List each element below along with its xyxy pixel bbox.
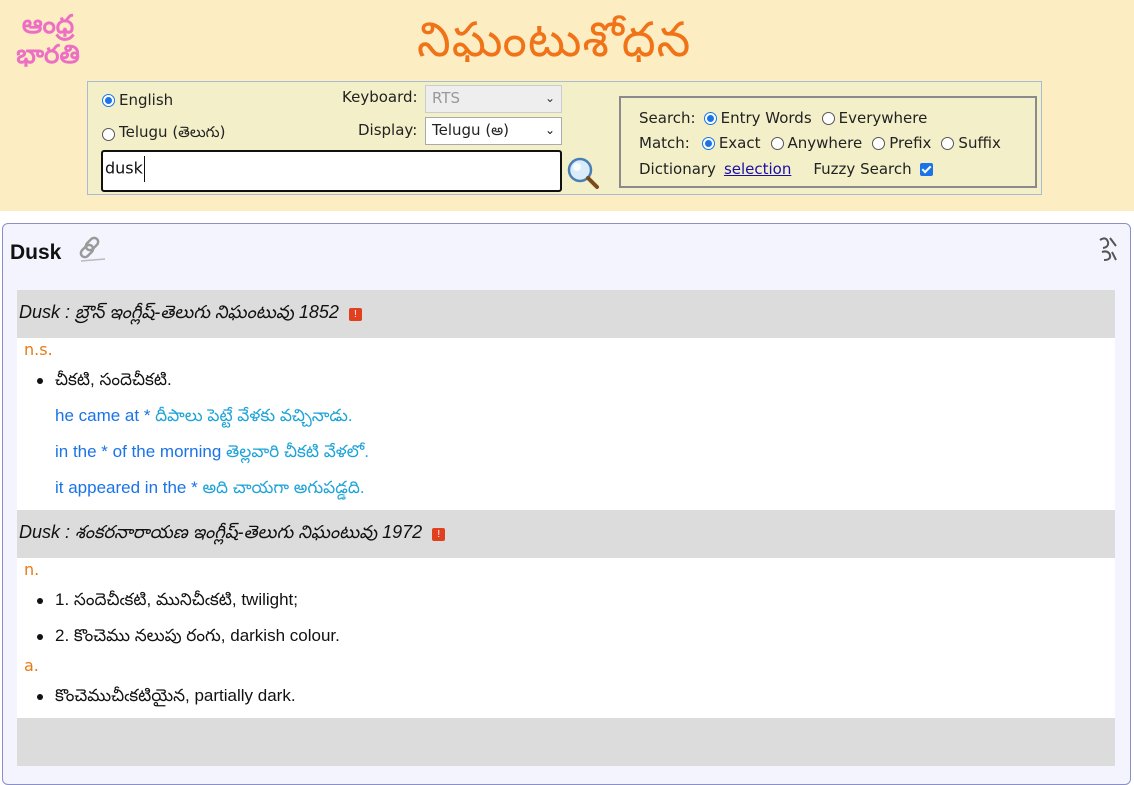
chevron-down-icon: ⌄: [544, 123, 555, 137]
example-item: in the * of the morning తెల్లవారి చీకటి …: [17, 434, 1115, 470]
example-telugu: అది చాయగా అగుపడ్డది.: [202, 478, 365, 497]
display-value: Telugu (అ): [432, 121, 510, 139]
site-title: నిఘంటుశోధన: [417, 12, 692, 68]
search-panel: English Telugu (తెలుగు) Keyboard: RTS ⌄ …: [87, 81, 1042, 195]
search-query-text: dusk: [105, 158, 143, 178]
search-button[interactable]: [566, 156, 600, 190]
report-error-icon[interactable]: !: [348, 307, 362, 321]
chevron-down-icon: ⌄: [544, 91, 555, 105]
result-word-title: Dusk: [10, 241, 62, 264]
anywhere-label: Anywhere: [787, 134, 863, 152]
match-row: Match: Exact Anywhere Prefix Suffix: [639, 134, 1001, 152]
entry-source-header-partial: [17, 718, 1115, 766]
logo-line-2: భారతి: [16, 40, 80, 70]
logo-line-1: ఆంధ్ర: [21, 10, 75, 40]
match-label: Match:: [639, 134, 690, 152]
text-caret: [143, 156, 145, 182]
entry-words-radio[interactable]: [703, 111, 717, 125]
fuzzy-search-checkbox[interactable]: [919, 162, 933, 176]
english-radio-option[interactable]: English: [102, 91, 173, 109]
exact-radio[interactable]: [701, 136, 715, 150]
keyboard-select[interactable]: RTS ⌄: [425, 85, 562, 113]
telugu-label: Telugu (తెలుగు): [119, 123, 226, 141]
link-icon: [79, 236, 106, 262]
sense-item: కొంచెముచీఁకటియైన, partially dark.: [17, 678, 1115, 714]
fuzzy-search-label: Fuzzy Search: [813, 160, 912, 178]
magnifier-icon: [567, 157, 599, 189]
english-label: English: [119, 91, 174, 109]
entry-source-header: Dusk : బ్రౌన్ ఇంగ్లీష్-తెలుగు నిఘంటువు 1…: [17, 290, 1115, 338]
part-of-speech: n.s.: [24, 340, 53, 359]
entry-source-text: Dusk : బ్రౌన్ ఇంగ్లీష్-తెలుగు నిఘంటువు 1…: [19, 301, 339, 322]
permalink-button[interactable]: [79, 234, 107, 266]
site-header: ఆంధ్ర భారతి నిఘంటుశోధన English Telugu (త…: [0, 0, 1134, 211]
part-of-speech: n.: [24, 560, 40, 579]
transliterate-button[interactable]: [1096, 234, 1122, 268]
dictionary-selection-link[interactable]: selection: [724, 160, 791, 178]
anywhere-radio[interactable]: [770, 136, 784, 150]
sense-item: 2. కొంచెము నలుపు రంగు, darkish colour.: [17, 618, 1115, 654]
report-error-icon[interactable]: !: [432, 527, 446, 541]
dictionary-label: Dictionary: [639, 160, 716, 178]
result-panel: Dusk Dusk : బ్రౌన్ ఇంగ్లీష్-తెలుగు నిఘంట…: [2, 223, 1131, 785]
prefix-label: Prefix: [889, 134, 932, 152]
example-english: he came at *: [55, 406, 156, 425]
display-select[interactable]: Telugu (అ) ⌄: [425, 117, 562, 145]
example-item: he came at * దీపాలు పెట్టే వేళకు వచ్చినా…: [17, 398, 1115, 434]
suffix-label: Suffix: [958, 134, 1001, 152]
example-telugu: దీపాలు పెట్టే వేళకు వచ్చినాడు.: [155, 406, 353, 425]
keyboard-value: RTS: [432, 89, 461, 107]
entry-source-header: Dusk : శంకరనారాయణ ఇంగ్లీష్-తెలుగు నిఘంటు…: [17, 510, 1115, 558]
everywhere-label: Everywhere: [838, 109, 928, 127]
prefix-radio[interactable]: [872, 136, 886, 150]
keyboard-label: Keyboard:: [342, 88, 418, 106]
suffix-radio[interactable]: [941, 136, 955, 150]
andhrabharati-logo[interactable]: ఆంధ్ర భారతి: [16, 10, 80, 74]
sense-item: 1. సందెచీఁకటి, మునిచీఁకటి, twilight;: [17, 582, 1115, 618]
telugu-radio-option[interactable]: Telugu (తెలుగు): [102, 123, 225, 145]
search-scope-row: Search: Entry Words Everywhere: [639, 109, 927, 127]
search-input[interactable]: dusk: [101, 150, 562, 192]
search-scope-label: Search:: [639, 109, 696, 127]
sense-item: చీకటి, సందెచీకటి.: [17, 362, 1115, 398]
english-radio[interactable]: [102, 93, 115, 107]
part-of-speech: a.: [24, 656, 39, 675]
dictionary-entries: Dusk : బ్రౌన్ ఇంగ్లీష్-తెలుగు నిఘంటువు 1…: [17, 290, 1115, 766]
entry-words-label: Entry Words: [720, 109, 812, 127]
exact-label: Exact: [718, 134, 761, 152]
example-english: it appeared in the *: [55, 478, 203, 497]
example-item: it appeared in the * అది చాయగా అగుపడ్డది…: [17, 470, 1115, 506]
display-label: Display:: [358, 121, 418, 139]
example-english: in the * of the morning: [55, 442, 227, 461]
telugu-radio[interactable]: [102, 127, 115, 141]
dictionary-row: Dictionary selection Fuzzy Search: [639, 160, 933, 178]
everywhere-radio[interactable]: [821, 111, 835, 125]
telugu-script-icon: [1099, 237, 1117, 261]
example-telugu: తెల్లవారి చీకటి వేళలో.: [226, 442, 369, 461]
search-options-panel: Search: Entry Words Everywhere Match: Ex…: [619, 96, 1037, 188]
entry-source-text: Dusk : శంకరనారాయణ ఇంగ్లీష్-తెలుగు నిఘంటు…: [19, 521, 423, 542]
